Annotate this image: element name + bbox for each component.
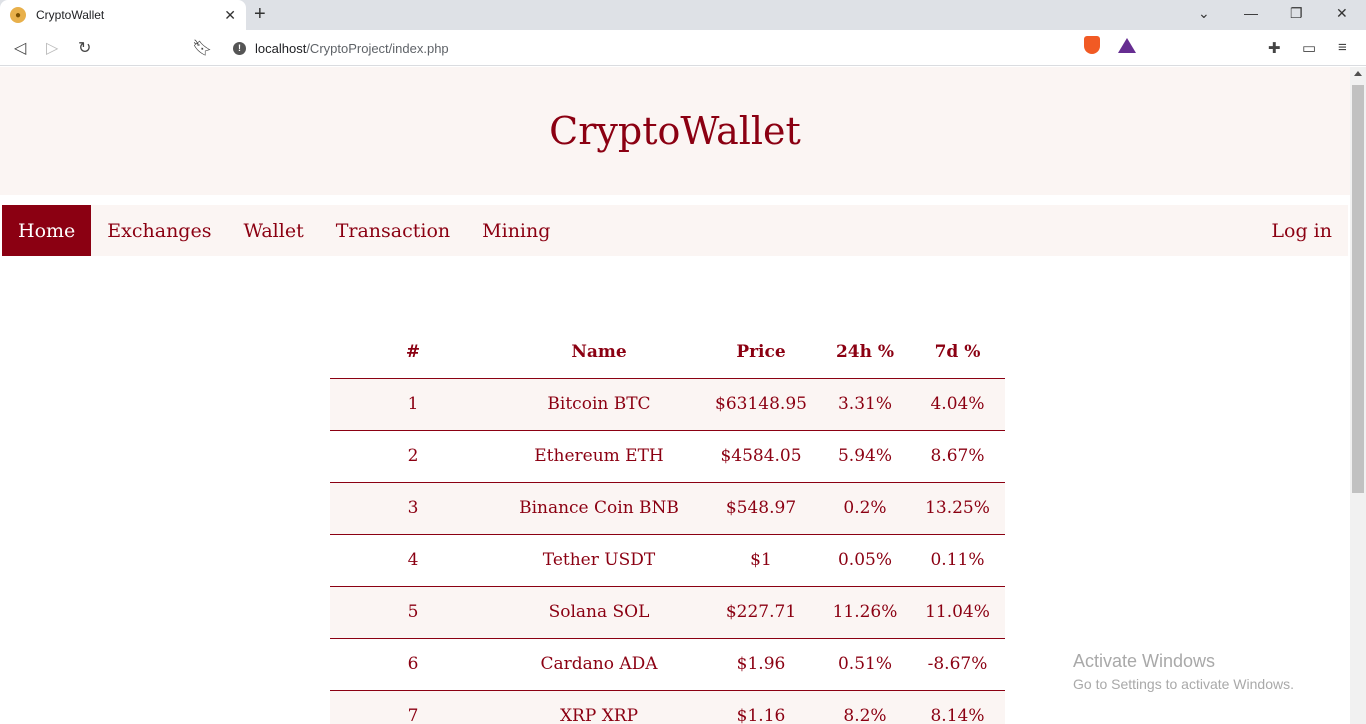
activate-windows-watermark: Activate Windows Go to Settings to activ…	[1073, 651, 1294, 692]
cell-rank: 7	[330, 690, 496, 724]
watermark-title: Activate Windows	[1073, 651, 1216, 671]
address-bar[interactable]: ! localhost/CryptoProject/index.php	[221, 34, 1145, 62]
scroll-up-icon[interactable]	[1354, 71, 1362, 76]
cell-24h: 5.94%	[820, 430, 910, 483]
bookmark-icon[interactable]: 🔖︎	[192, 38, 212, 58]
table-row: 6 Cardano ADA $1.96 0.51% -8.67%	[330, 638, 1005, 691]
table-header-row: # Name Price 24h % 7d %	[330, 327, 1005, 379]
header-name: Name	[496, 327, 702, 379]
cell-name: Solana SOL	[496, 586, 702, 639]
table-row: 3 Binance Coin BNB $548.97 0.2% 13.25%	[330, 482, 1005, 535]
nav-wallet[interactable]: Wallet	[227, 205, 319, 256]
reload-icon[interactable]: ↻	[78, 38, 91, 58]
cell-7d: 0.11%	[910, 534, 1005, 587]
tab-title: CryptoWallet	[36, 8, 105, 22]
crypto-price-table: # Name Price 24h % 7d % 1 Bitcoin BTC $6…	[330, 327, 1005, 724]
table-row: 4 Tether USDT $1 0.05% 0.11%	[330, 534, 1005, 587]
tab-search-icon[interactable]: ⌄	[1198, 5, 1210, 22]
cell-rank: 4	[330, 534, 496, 587]
header-price: Price	[702, 327, 820, 379]
cell-price: $1	[702, 534, 820, 587]
cell-rank: 1	[330, 378, 496, 431]
cell-7d: 13.25%	[910, 482, 1005, 535]
close-window-icon[interactable]: ✕	[1336, 5, 1348, 22]
table-row: 5 Solana SOL $227.71 11.26% 11.04%	[330, 586, 1005, 639]
nav-mining[interactable]: Mining	[466, 205, 566, 256]
cell-name: Bitcoin BTC	[496, 378, 702, 431]
cell-7d: -8.67%	[910, 638, 1005, 691]
cell-rank: 6	[330, 638, 496, 691]
menu-icon[interactable]: ≡	[1338, 39, 1347, 56]
cell-price: $227.71	[702, 586, 820, 639]
cell-name: Cardano ADA	[496, 638, 702, 691]
cell-rank: 2	[330, 430, 496, 483]
back-icon[interactable]: ◁	[14, 38, 26, 58]
cell-24h: 3.31%	[820, 378, 910, 431]
nav-exchanges[interactable]: Exchanges	[91, 205, 227, 256]
extensions-icon[interactable]: ✚	[1268, 39, 1281, 57]
watermark-subtitle: Go to Settings to activate Windows.	[1073, 676, 1294, 692]
page-viewport: CryptoWallet Home Exchanges Wallet Trans…	[0, 67, 1350, 724]
cell-24h: 0.05%	[820, 534, 910, 587]
url-path: /CryptoProject/index.php	[306, 40, 449, 56]
page-scrollbar[interactable]	[1350, 67, 1366, 724]
cell-7d: 8.14%	[910, 690, 1005, 724]
table-row: 7 XRP XRP $1.16 8.2% 8.14%	[330, 690, 1005, 724]
cell-price: $548.97	[702, 482, 820, 535]
cell-price: $1.96	[702, 638, 820, 691]
cell-24h: 8.2%	[820, 690, 910, 724]
scrollbar-thumb[interactable]	[1352, 85, 1364, 493]
site-header: CryptoWallet	[0, 67, 1350, 195]
cell-24h: 11.26%	[820, 586, 910, 639]
new-tab-icon[interactable]: +	[254, 3, 266, 26]
cell-rank: 5	[330, 586, 496, 639]
table-row: 2 Ethereum ETH $4584.05 5.94% 8.67%	[330, 430, 1005, 483]
url-text: localhost/CryptoProject/index.php	[255, 41, 449, 56]
minimize-icon[interactable]: —	[1244, 5, 1258, 21]
cell-7d: 11.04%	[910, 586, 1005, 639]
cell-7d: 8.67%	[910, 430, 1005, 483]
nav-transaction[interactable]: Transaction	[320, 205, 466, 256]
browser-toolbar: ◁ ▷ ↻ 🔖︎ ! localhost/CryptoProject/index…	[0, 30, 1366, 66]
restore-icon[interactable]: ❐	[1290, 5, 1303, 22]
wallet-icon[interactable]: ▭	[1302, 39, 1316, 57]
browser-tab[interactable]: ● CryptoWallet ✕	[0, 0, 246, 30]
cell-name: Tether USDT	[496, 534, 702, 587]
brave-shields-icon[interactable]	[1084, 36, 1100, 54]
nav-home[interactable]: Home	[2, 205, 92, 256]
nav-spacer	[566, 205, 1255, 256]
cell-price: $1.16	[702, 690, 820, 724]
cell-name: Ethereum ETH	[496, 430, 702, 483]
cell-price: $4584.05	[702, 430, 820, 483]
table-row: 1 Bitcoin BTC $63148.95 3.31% 4.04%	[330, 378, 1005, 431]
site-favicon-icon: ●	[10, 7, 26, 23]
browser-tab-bar: ● CryptoWallet ✕ + ⌄ — ❐ ✕	[0, 0, 1366, 30]
header-rank: #	[330, 327, 496, 379]
header-24h: 24h %	[820, 327, 910, 379]
cell-24h: 0.2%	[820, 482, 910, 535]
forward-icon[interactable]: ▷	[46, 38, 58, 58]
tab-close-icon[interactable]: ✕	[224, 7, 236, 24]
header-7d: 7d %	[910, 327, 1005, 379]
cell-name: XRP XRP	[496, 690, 702, 724]
cell-price: $63148.95	[702, 378, 820, 431]
site-info-icon[interactable]: !	[233, 41, 246, 55]
brave-rewards-icon[interactable]	[1118, 38, 1136, 53]
cell-24h: 0.51%	[820, 638, 910, 691]
cell-rank: 3	[330, 482, 496, 535]
url-host: localhost	[255, 40, 307, 56]
site-title: CryptoWallet	[549, 109, 801, 153]
cell-name: Binance Coin BNB	[496, 482, 702, 535]
main-nav: Home Exchanges Wallet Transaction Mining…	[2, 205, 1348, 256]
cell-7d: 4.04%	[910, 378, 1005, 431]
nav-login[interactable]: Log in	[1255, 205, 1348, 256]
